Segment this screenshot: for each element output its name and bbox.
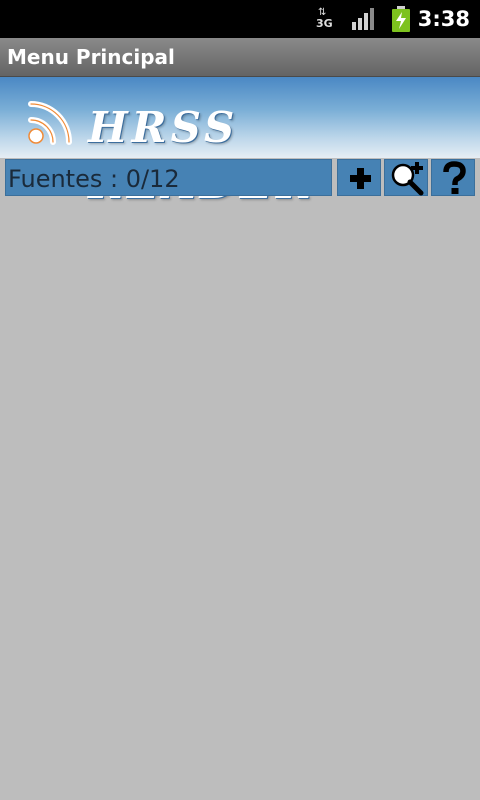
search-button[interactable] (384, 159, 428, 196)
battery-charging-icon (392, 6, 410, 32)
window-title: Menu Principal (7, 45, 175, 69)
signal-bars-icon (352, 8, 374, 30)
mobile-data-indicator: ⇅ 3G (316, 8, 334, 30)
sources-toolbar: Fuentes : 0/12 (0, 158, 480, 198)
rss-feed-icon (28, 101, 72, 145)
title-bar: Menu Principal (0, 38, 480, 77)
status-clock: 3:38 (417, 7, 470, 31)
plus-icon (350, 168, 371, 189)
zoom-in-icon (391, 162, 424, 196)
network-type-label: 3G (316, 17, 333, 30)
status-bar: ⇅ 3G 3:38 (0, 0, 480, 38)
help-button[interactable] (431, 159, 475, 196)
sources-counter: Fuentes : 0/12 (5, 159, 332, 196)
question-mark-icon (443, 161, 466, 194)
add-source-button[interactable] (337, 159, 381, 196)
sources-counter-label: Fuentes : 0/12 (8, 165, 180, 193)
